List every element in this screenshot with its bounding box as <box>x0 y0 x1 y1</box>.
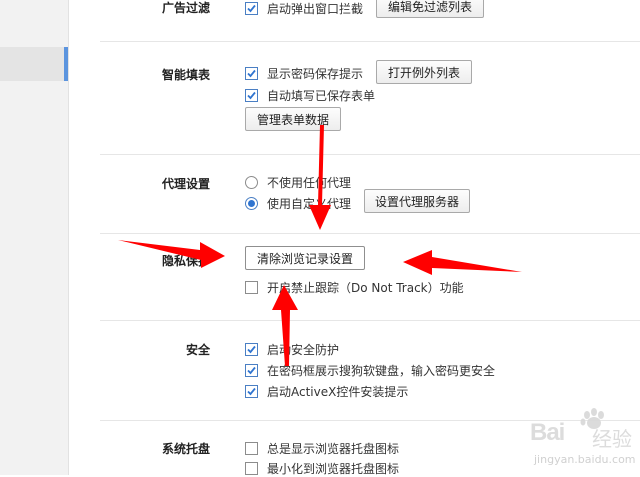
section-label-smart-fill: 智能填表 <box>161 68 210 82</box>
activex-prompt-option[interactable]: 启动ActiveX控件安装提示 <box>245 383 408 400</box>
section-divider <box>100 233 640 234</box>
soft-keyboard-label: 在密码框展示搜狗软键盘，输入密码更安全 <box>267 364 496 378</box>
sidebar-selected-indicator <box>64 47 68 81</box>
watermark-brand: Bai <box>530 419 565 446</box>
show-password-prompt-option[interactable]: 显示密码保存提示 <box>245 65 363 82</box>
auto-fill-checkbox[interactable] <box>245 89 258 102</box>
custom-proxy-radio[interactable] <box>245 197 258 210</box>
soft-keyboard-checkbox[interactable] <box>245 364 258 377</box>
section-divider <box>100 320 640 321</box>
watermark-url: jingyan.baidu.com <box>534 453 636 466</box>
minimize-tray-checkbox[interactable] <box>245 462 258 475</box>
do-not-track-checkbox[interactable] <box>245 281 258 294</box>
section-label-privacy: 隐私保护 <box>161 254 210 268</box>
baidu-jingyan-watermark: Bai 经验 jingyan.baidu.com <box>530 407 638 473</box>
show-password-prompt-checkbox[interactable] <box>245 67 258 80</box>
do-not-track-label: 开启禁止跟踪（Do Not Track）功能 <box>267 281 464 295</box>
section-label-proxy: 代理设置 <box>161 177 210 191</box>
popup-block-checkbox[interactable] <box>245 2 258 15</box>
paw-logo-icon <box>580 408 604 429</box>
do-not-track-option[interactable]: 开启禁止跟踪（Do Not Track）功能 <box>245 279 464 296</box>
section-label-tray: 系统托盘 <box>161 442 210 456</box>
soft-keyboard-option[interactable]: 在密码框展示搜狗软键盘，输入密码更安全 <box>245 362 495 379</box>
sidebar-item-selected[interactable] <box>0 47 68 81</box>
custom-proxy-label: 使用自定义代理 <box>267 197 352 211</box>
safe-protect-label: 启动安全防护 <box>267 343 340 357</box>
section-label-security: 安全 <box>185 343 210 357</box>
no-proxy-label: 不使用任何代理 <box>267 176 352 190</box>
minimize-tray-option[interactable]: 最小化到浏览器托盘图标 <box>245 460 399 477</box>
always-tray-checkbox[interactable] <box>245 442 258 455</box>
always-tray-label: 总是显示浏览器托盘图标 <box>267 442 400 456</box>
no-proxy-option[interactable]: 不使用任何代理 <box>245 174 351 191</box>
show-password-prompt-label: 显示密码保存提示 <box>267 67 364 81</box>
minimize-tray-label: 最小化到浏览器托盘图标 <box>267 462 400 476</box>
always-tray-option[interactable]: 总是显示浏览器托盘图标 <box>245 440 399 457</box>
manage-form-data-button[interactable]: 管理表单数据 <box>245 107 341 131</box>
popup-block-option[interactable]: 启动弹出窗口拦截 <box>245 0 363 17</box>
no-proxy-radio[interactable] <box>245 176 258 189</box>
clear-history-settings-button[interactable]: 清除浏览记录设置 <box>245 246 365 270</box>
set-proxy-server-button[interactable]: 设置代理服务器 <box>364 189 470 213</box>
watermark-brand-suffix: 经验 <box>592 427 632 451</box>
section-label-ad-filter: 广告过滤 <box>161 1 210 15</box>
safe-protect-option[interactable]: 启动安全防护 <box>245 341 339 358</box>
section-divider <box>100 420 640 421</box>
edit-filter-list-button[interactable]: 编辑免过滤列表 <box>376 0 484 18</box>
auto-fill-option[interactable]: 自动填写已保存表单 <box>245 87 375 104</box>
popup-block-label: 启动弹出窗口拦截 <box>267 2 364 16</box>
activex-prompt-label: 启动ActiveX控件安装提示 <box>267 385 409 399</box>
section-divider <box>100 154 640 155</box>
auto-fill-label: 自动填写已保存表单 <box>267 89 376 103</box>
custom-proxy-option[interactable]: 使用自定义代理 <box>245 195 351 212</box>
safe-protect-checkbox[interactable] <box>245 343 258 356</box>
annotation-arrow-left <box>403 250 522 275</box>
section-divider <box>100 41 640 42</box>
settings-sidebar <box>0 0 69 475</box>
activex-prompt-checkbox[interactable] <box>245 385 258 398</box>
open-exceptions-button[interactable]: 打开例外列表 <box>376 60 472 84</box>
